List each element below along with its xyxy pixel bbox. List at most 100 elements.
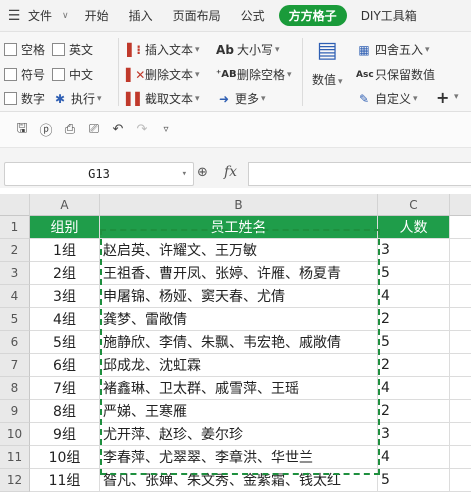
table-cell[interactable]: 龚梦、雷敞倩 [100, 308, 378, 331]
row-header[interactable]: 4 [0, 285, 30, 308]
menu-file[interactable]: 文件 [28, 7, 60, 24]
table-cell[interactable]: 8组 [30, 400, 100, 423]
table-cell[interactable]: 李春萍、尤翠翠、李章洪、华世兰 [100, 446, 378, 469]
table-cell[interactable]: 4组 [30, 308, 100, 331]
row-header[interactable]: 7 [0, 354, 30, 377]
table-cell[interactable]: 5 [378, 331, 450, 354]
round-button[interactable]: ▦ 四舍五入 ▾ [356, 41, 429, 58]
table-cell[interactable]: 7组 [30, 377, 100, 400]
column-header-next[interactable] [450, 194, 471, 216]
row-header[interactable]: 12 [0, 469, 30, 492]
row-header[interactable]: 6 [0, 331, 30, 354]
table-cell[interactable]: 5 [378, 469, 450, 492]
menu-fangfang-tab[interactable]: 方方格子 [278, 5, 347, 26]
table-cell[interactable] [450, 331, 471, 354]
more-button[interactable]: ➜ 更多 ▾ [216, 90, 266, 107]
print-preview-icon[interactable]: ⎚ [86, 122, 102, 137]
execute-button[interactable]: ✱ 执行 ▾ [52, 90, 102, 107]
table-cell[interactable]: 4 [378, 377, 450, 400]
insert-text-button[interactable]: ▌⁝ 插入文本 ▾ [126, 41, 199, 58]
checkbox-box[interactable] [4, 92, 17, 105]
keep-numeric-button[interactable]: Asc 只保留数值 [356, 66, 435, 83]
select-all-corner[interactable] [0, 194, 30, 216]
case-button[interactable]: Ab 大小写 ▾ [216, 41, 280, 58]
table-cell[interactable]: 3组 [30, 285, 100, 308]
formula-input[interactable] [248, 162, 471, 186]
row-header[interactable]: 9 [0, 400, 30, 423]
table-cell[interactable]: 1组 [30, 239, 100, 262]
checkbox-english[interactable]: 英文 [52, 41, 93, 58]
table-cell[interactable] [450, 285, 471, 308]
row-header[interactable]: 2 [0, 239, 30, 262]
row-header[interactable]: 1 [0, 216, 30, 239]
table-cell[interactable] [450, 423, 471, 446]
numeric-button[interactable]: ▤ 数值 ▾ [312, 38, 343, 88]
column-header-a[interactable]: A [30, 194, 100, 216]
format-painter-icon[interactable]: ⓟ [38, 120, 54, 139]
checkbox-space[interactable]: 空格 [4, 41, 45, 58]
menu-diy-toolbox[interactable]: DIY工具箱 [351, 7, 427, 24]
table-cell[interactable]: 6组 [30, 354, 100, 377]
table-cell[interactable]: 5组 [30, 331, 100, 354]
table-cell[interactable] [450, 446, 471, 469]
row-header[interactable]: 3 [0, 262, 30, 285]
menu-home[interactable]: 开始 [75, 7, 119, 24]
column-header-b[interactable]: B [100, 194, 378, 216]
chevron-down-icon[interactable]: ∨ [62, 11, 69, 21]
table-cell[interactable] [450, 308, 471, 331]
table-cell[interactable]: 2组 [30, 262, 100, 285]
chevron-down-icon[interactable]: ▾ [182, 169, 187, 179]
table-cell[interactable]: 严娣、王寒雁 [100, 400, 378, 423]
menu-formulas[interactable]: 公式 [231, 7, 275, 24]
table-cell[interactable]: 3 [378, 239, 450, 262]
table-cell[interactable]: 5 [378, 262, 450, 285]
checkbox-box[interactable] [4, 43, 17, 56]
checkbox-number[interactable]: 数字 [4, 90, 45, 107]
table-cell[interactable]: 昝凡、张婵、朱文秀、金紫霜、钱太红 [100, 469, 378, 492]
column-header-c[interactable]: C [378, 194, 450, 216]
table-header-cell[interactable]: 组别 [30, 216, 100, 239]
checkbox-box[interactable] [52, 43, 65, 56]
table-cell[interactable] [450, 239, 471, 262]
table-cell[interactable]: 9组 [30, 423, 100, 446]
undo-icon[interactable]: ↶ [110, 122, 126, 137]
custom-button[interactable]: ✎ 自定义 ▾ [356, 90, 418, 107]
table-cell[interactable] [450, 216, 471, 239]
table-cell[interactable]: 王祖香、曹开凤、张婷、许雁、杨夏青 [100, 262, 378, 285]
extract-text-button[interactable]: ▌▌ 截取文本 ▾ [126, 90, 200, 107]
menu-page-layout[interactable]: 页面布局 [163, 7, 231, 24]
checkbox-box[interactable] [52, 68, 65, 81]
zoom-icon[interactable]: ⊕ [197, 165, 208, 180]
table-header-cell[interactable]: 人数 [378, 216, 450, 239]
table-cell[interactable]: 2 [378, 400, 450, 423]
table-cell[interactable]: 施静欣、李倩、朱飘、韦宏艳、戚敞倩 [100, 331, 378, 354]
menu-insert[interactable]: 插入 [119, 7, 163, 24]
table-cell[interactable] [450, 400, 471, 423]
delete-space-button[interactable]: ⁺AB 删除空格 ▾ [216, 66, 292, 83]
plus-icon[interactable]: + [436, 88, 449, 107]
table-cell[interactable]: 11组 [30, 469, 100, 492]
plus-dropdown-icon[interactable]: ▾ [452, 92, 459, 102]
table-cell[interactable]: 3 [378, 423, 450, 446]
table-cell[interactable]: 申屠锦、杨娅、窦天春、尤倩 [100, 285, 378, 308]
hamburger-menu-icon[interactable]: ☰ [0, 8, 28, 24]
table-cell[interactable]: 褚鑫琳、卫太群、戚雪萍、王瑶 [100, 377, 378, 400]
table-cell[interactable]: 邱成龙、沈虹霖 [100, 354, 378, 377]
table-cell[interactable]: 4 [378, 285, 450, 308]
checkbox-symbol[interactable]: 符号 [4, 66, 45, 83]
table-cell[interactable] [450, 469, 471, 492]
table-header-cell[interactable]: 员工姓名 [100, 216, 378, 239]
checkbox-chinese[interactable]: 中文 [52, 66, 93, 83]
table-cell[interactable] [450, 377, 471, 400]
name-box[interactable]: G13 ▾ [4, 162, 194, 186]
row-header[interactable]: 10 [0, 423, 30, 446]
row-header[interactable]: 5 [0, 308, 30, 331]
table-cell[interactable]: 尤开萍、赵珍、姜尔珍 [100, 423, 378, 446]
print-icon[interactable]: ⎙ [62, 122, 78, 137]
table-cell[interactable]: 2 [378, 354, 450, 377]
table-cell[interactable] [450, 262, 471, 285]
table-cell[interactable]: 4 [378, 446, 450, 469]
table-cell[interactable]: 10组 [30, 446, 100, 469]
table-cell[interactable] [450, 354, 471, 377]
delete-text-button[interactable]: ▌✕ 删除文本 ▾ [126, 66, 200, 83]
